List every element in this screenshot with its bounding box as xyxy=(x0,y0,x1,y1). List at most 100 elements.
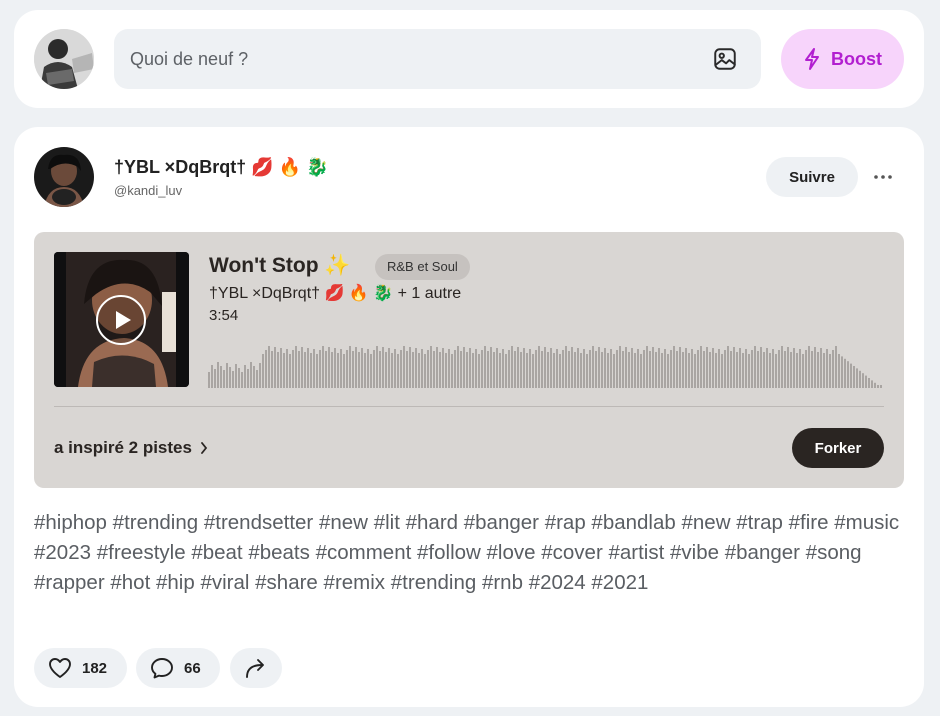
hashtag-link[interactable]: #beats xyxy=(248,541,310,564)
hashtag-link[interactable]: #trendsetter xyxy=(204,511,313,534)
hashtag-link[interactable]: #music xyxy=(834,511,899,534)
waveform-bar xyxy=(421,349,423,388)
waveform-bar xyxy=(862,373,864,388)
waveform-bar xyxy=(796,353,798,388)
waveform-bar xyxy=(859,370,861,388)
hashtag-link[interactable]: #trending xyxy=(113,511,198,534)
hashtag-link[interactable]: #banger xyxy=(464,511,539,534)
track-artists[interactable]: †YBL ×DqBrqt† 💋 🔥 🐉 + 1 autre xyxy=(209,283,461,303)
hashtag-link[interactable]: #hot xyxy=(110,571,150,594)
waveform-bar xyxy=(592,346,594,388)
waveform-bar xyxy=(232,371,234,388)
waveform-bar xyxy=(520,352,522,388)
waveform-bar xyxy=(280,348,282,388)
inspired-tracks-link[interactable]: a inspiré 2 pistes xyxy=(54,438,208,458)
waveform-bar xyxy=(865,375,867,388)
play-button[interactable] xyxy=(96,295,146,345)
author-name[interactable]: †YBL ×DqBrqt† 💋 🔥 🐉 xyxy=(114,157,328,178)
waveform-bar xyxy=(346,350,348,388)
hashtag-link[interactable]: #banger xyxy=(725,541,800,564)
divider xyxy=(54,406,884,407)
hashtag-link[interactable]: #remix xyxy=(324,571,386,594)
waveform-bar xyxy=(709,352,711,388)
hashtag-link[interactable]: #share xyxy=(255,571,318,594)
waveform-bar xyxy=(721,354,723,388)
hashtag-link[interactable]: #hiphop xyxy=(34,511,107,534)
hashtag-link[interactable]: #love xyxy=(487,541,536,564)
hashtag-link[interactable]: #trending xyxy=(391,571,476,594)
hashtag-link[interactable]: #new xyxy=(682,511,731,534)
comment-count: 66 xyxy=(184,659,201,677)
hashtag-link[interactable]: #new xyxy=(319,511,368,534)
waveform-bar xyxy=(835,346,837,388)
waveform-bar xyxy=(502,349,504,388)
hashtag-link[interactable]: #2021 xyxy=(591,571,648,594)
share-button[interactable] xyxy=(230,648,282,688)
track-cover-image[interactable] xyxy=(54,252,189,387)
play-icon xyxy=(116,311,131,329)
waveform-bar xyxy=(580,353,582,388)
waveform-bar xyxy=(376,346,378,388)
hashtag-link[interactable]: #2023 xyxy=(34,541,91,564)
hashtag-link[interactable]: #2024 xyxy=(529,571,586,594)
hashtag-link[interactable]: #follow xyxy=(417,541,481,564)
hashtag-link[interactable]: #rnb xyxy=(482,571,523,594)
waveform-bar xyxy=(517,347,519,388)
hashtag-link[interactable]: #cover xyxy=(541,541,603,564)
track-card: Won't Stop ✨ R&B et Soul †YBL ×DqBrqt† 💋… xyxy=(34,232,904,488)
waveform-bar xyxy=(757,351,759,388)
lightning-icon xyxy=(805,48,819,70)
waveform-bar xyxy=(856,368,858,388)
waveform-bar xyxy=(298,351,300,388)
comment-button[interactable]: 66 xyxy=(136,648,220,688)
waveform-bar xyxy=(712,348,714,388)
waveform-bar xyxy=(211,365,213,388)
track-title[interactable]: Won't Stop ✨ xyxy=(209,254,351,278)
waveform-bar xyxy=(277,352,279,388)
boost-button[interactable]: Boost xyxy=(781,29,904,89)
hashtag-link[interactable]: #bandlab xyxy=(591,511,675,534)
hashtag-link[interactable]: #comment xyxy=(316,541,412,564)
like-button[interactable]: 182 xyxy=(34,648,127,688)
waveform-bar xyxy=(727,346,729,388)
waveform-bar xyxy=(877,385,879,388)
waveform-bar xyxy=(673,346,675,388)
hashtag-link[interactable]: #viral xyxy=(200,571,249,594)
more-dots-icon[interactable] xyxy=(870,165,896,189)
hashtag-link[interactable]: #rap xyxy=(545,511,586,534)
hashtag-link[interactable]: #trap xyxy=(736,511,783,534)
waveform-bar xyxy=(388,348,390,388)
hashtag-link[interactable]: #fire xyxy=(789,511,829,534)
genre-tag[interactable]: R&B et Soul xyxy=(375,254,470,280)
follow-button[interactable]: Suivre xyxy=(766,157,858,197)
hashtag-link[interactable]: #artist xyxy=(608,541,664,564)
hashtag-link[interactable]: #freestyle xyxy=(97,541,186,564)
waveform-bar xyxy=(763,352,765,388)
hashtag-link[interactable]: #hip xyxy=(156,571,195,594)
hashtag-link[interactable]: #rapper xyxy=(34,571,105,594)
fork-button[interactable]: Forker xyxy=(792,428,884,468)
waveform-bar xyxy=(334,348,336,388)
hashtag-link[interactable]: #beat xyxy=(191,541,242,564)
waveform[interactable] xyxy=(208,336,886,388)
hashtag-link[interactable]: #vibe xyxy=(670,541,719,564)
waveform-bar xyxy=(793,348,795,388)
whats-new-input[interactable] xyxy=(114,29,761,89)
waveform-bar xyxy=(544,347,546,388)
waveform-bar xyxy=(301,347,303,388)
waveform-bar xyxy=(667,354,669,388)
waveform-bar xyxy=(208,372,210,388)
waveform-bar xyxy=(742,353,744,388)
hashtag-link[interactable]: #lit xyxy=(374,511,400,534)
author-handle[interactable]: @kandi_luv xyxy=(114,183,182,198)
my-avatar[interactable] xyxy=(34,29,94,89)
image-icon[interactable] xyxy=(712,46,738,72)
waveform-bar xyxy=(820,348,822,388)
waveform-bar xyxy=(385,352,387,388)
author-avatar[interactable] xyxy=(34,147,94,207)
waveform-bar xyxy=(343,354,345,388)
waveform-bar xyxy=(292,350,294,388)
hashtag-link[interactable]: #song xyxy=(806,541,862,564)
hashtag-link[interactable]: #hard xyxy=(406,511,458,534)
waveform-bar xyxy=(325,351,327,388)
